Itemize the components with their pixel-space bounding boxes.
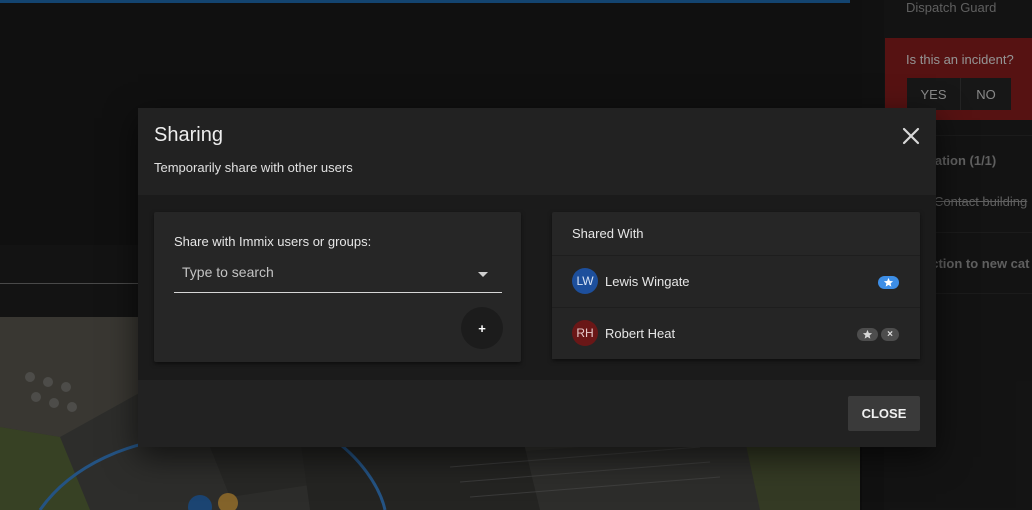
shared-with-header: Shared With xyxy=(552,212,920,256)
close-button[interactable]: CLOSE xyxy=(848,396,920,431)
dialog-title: Sharing xyxy=(154,124,223,146)
avatar: RH xyxy=(572,320,598,346)
remove-icon[interactable]: × xyxy=(881,328,899,341)
user-name: Lewis Wingate xyxy=(605,274,690,289)
plus-icon: + xyxy=(478,320,486,336)
user-name: Robert Heat xyxy=(605,326,676,341)
star-icon[interactable] xyxy=(857,328,878,341)
avatar: LW xyxy=(572,268,598,294)
search-placeholder: Type to search xyxy=(182,264,274,280)
user-search-select[interactable]: Type to search xyxy=(174,256,502,293)
sharing-dialog: Sharing Temporarily share with other use… xyxy=(138,108,936,447)
shared-with-title: Shared With xyxy=(572,226,644,241)
close-icon[interactable] xyxy=(900,125,922,147)
star-icon[interactable] xyxy=(878,276,899,289)
shared-with-card: Shared With LW Lewis Wingate RH Robert H… xyxy=(552,212,920,359)
list-item: RH Robert Heat × xyxy=(552,308,920,359)
share-label: Share with Immix users or groups: xyxy=(174,234,372,249)
dialog-subtitle: Temporarily share with other users xyxy=(154,160,353,175)
list-item: LW Lewis Wingate xyxy=(552,256,920,308)
share-card: Share with Immix users or groups: Type t… xyxy=(154,212,521,362)
add-user-button[interactable]: + xyxy=(461,307,503,349)
dropdown-arrow-icon[interactable] xyxy=(478,272,488,277)
dialog-body: Share with Immix users or groups: Type t… xyxy=(138,195,936,380)
